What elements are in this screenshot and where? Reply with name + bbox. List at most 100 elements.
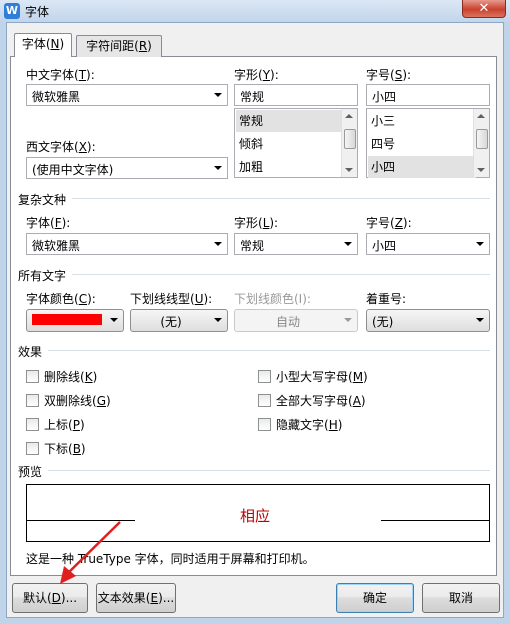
size-scrollbar[interactable] bbox=[473, 109, 489, 177]
scroll-thumb[interactable] bbox=[344, 129, 356, 149]
effect-tail: ) bbox=[79, 418, 85, 432]
complex-size-tail: ): bbox=[402, 216, 412, 230]
style-key: Y bbox=[262, 68, 271, 82]
emphasis-label: 着重号: bbox=[366, 292, 407, 306]
west-font-key: X bbox=[78, 140, 87, 154]
preview-sample-text: 相应 bbox=[240, 507, 271, 525]
complex-size-select[interactable]: 小四 bbox=[366, 233, 490, 255]
subscript-label[interactable]: 下标(B) bbox=[44, 440, 86, 457]
list-item[interactable]: 加粗 bbox=[236, 156, 344, 178]
chevron-down-icon bbox=[214, 242, 222, 246]
scroll-down-icon[interactable] bbox=[345, 168, 353, 172]
list-item[interactable]: 小四 bbox=[368, 156, 476, 178]
underline-color-select: 自动 bbox=[234, 309, 358, 332]
tab-font[interactable]: 字体(N) bbox=[14, 33, 72, 57]
cn-font-label: 中文字体(T): bbox=[26, 66, 95, 83]
emphasis-select[interactable]: (无) bbox=[366, 309, 490, 332]
divider bbox=[72, 274, 490, 275]
title-bar bbox=[0, 0, 510, 22]
style-input[interactable]: 常规 bbox=[234, 84, 358, 106]
size-label-text: 字号( bbox=[366, 68, 395, 82]
list-item[interactable]: 常规 bbox=[236, 110, 344, 132]
tab-spacing-label: 字符间距( bbox=[86, 39, 139, 53]
complex-size-label-text: 字号( bbox=[366, 216, 395, 230]
chevron-down-icon bbox=[344, 242, 352, 246]
scroll-down-icon[interactable] bbox=[477, 168, 485, 172]
complex-font-select[interactable]: 微软雅黑 bbox=[26, 233, 228, 255]
list-item[interactable]: 四号 bbox=[368, 133, 476, 155]
chevron-down-icon bbox=[214, 318, 222, 322]
west-font-value: (使用中文字体) bbox=[32, 163, 114, 177]
default-key: D bbox=[51, 591, 61, 605]
divider bbox=[48, 470, 490, 471]
effect-tail: ) bbox=[92, 370, 98, 384]
style-label-text: 字形( bbox=[234, 68, 263, 82]
west-font-label-text: 西文字体( bbox=[26, 140, 79, 154]
tab-char-spacing[interactable]: 字符间距(R) bbox=[76, 35, 162, 57]
size-listbox[interactable]: 小三 四号 小四 bbox=[366, 108, 490, 178]
hidden-text-checkbox[interactable] bbox=[258, 418, 271, 431]
hidden-text-label[interactable]: 隐藏文字(H) bbox=[276, 416, 342, 433]
complex-style-label-text: 字形( bbox=[234, 216, 263, 230]
effect-tail: ) bbox=[337, 418, 343, 432]
double-strikethrough-checkbox[interactable] bbox=[26, 394, 39, 407]
baseline-left bbox=[27, 520, 135, 521]
effect-label-text: 全部大写字母( bbox=[276, 394, 353, 408]
superscript-label[interactable]: 上标(P) bbox=[44, 416, 85, 433]
subscript-checkbox[interactable] bbox=[26, 442, 39, 455]
window-title: 字体 bbox=[25, 5, 50, 19]
strikethrough-checkbox[interactable] bbox=[26, 370, 39, 383]
chevron-down-icon bbox=[214, 166, 222, 170]
style-input-value: 常规 bbox=[240, 90, 265, 104]
list-item[interactable]: 小三 bbox=[368, 110, 476, 132]
scroll-up-icon[interactable] bbox=[477, 114, 485, 118]
style-listbox[interactable]: 常规 倾斜 加粗 bbox=[234, 108, 358, 178]
underline-type-label: 下划线线型(U): bbox=[130, 290, 212, 307]
preview-group-title: 预览 bbox=[18, 465, 43, 479]
style-scrollbar[interactable] bbox=[341, 109, 357, 177]
scroll-thumb[interactable] bbox=[476, 129, 488, 149]
west-font-label: 西文字体(X): bbox=[26, 138, 96, 155]
underline-type-value: (无) bbox=[160, 315, 182, 329]
all-caps-checkbox[interactable] bbox=[258, 394, 271, 407]
small-caps-checkbox[interactable] bbox=[258, 370, 271, 383]
ok-button[interactable]: 确定 bbox=[336, 583, 414, 613]
emphasis-value: (无) bbox=[372, 315, 394, 329]
complex-font-label: 字体(F): bbox=[26, 214, 70, 231]
effect-key: A bbox=[352, 394, 361, 408]
complex-style-select[interactable]: 常规 bbox=[234, 233, 358, 255]
tab-spacing-key: R bbox=[138, 39, 148, 53]
color-swatch bbox=[32, 314, 102, 325]
complex-size-value: 小四 bbox=[372, 239, 397, 253]
underline-color-label: 下划线颜色(I): bbox=[234, 292, 311, 306]
effect-label-text: 小型大写字母( bbox=[276, 370, 353, 384]
text-effect-label: 文本效果( bbox=[97, 591, 151, 605]
underline-type-select[interactable]: (无) bbox=[130, 309, 228, 332]
text-effect-button[interactable]: 文本效果(E)... bbox=[96, 583, 176, 613]
strikethrough-label[interactable]: 删除线(K) bbox=[44, 368, 97, 385]
complex-font-key: F bbox=[54, 216, 62, 230]
text-effect-key: E bbox=[150, 591, 159, 605]
list-item[interactable]: 倾斜 bbox=[236, 133, 344, 155]
all-caps-label[interactable]: 全部大写字母(A) bbox=[276, 392, 366, 409]
cn-font-select[interactable]: 微软雅黑 bbox=[26, 84, 228, 106]
close-button[interactable]: ✕ bbox=[462, 0, 506, 18]
small-caps-label[interactable]: 小型大写字母(M) bbox=[276, 368, 368, 385]
tab-font-tail: ) bbox=[59, 37, 65, 51]
scroll-up-icon[interactable] bbox=[345, 114, 353, 118]
close-icon: ✕ bbox=[478, 1, 490, 16]
default-button[interactable]: 默认(D)... bbox=[12, 583, 88, 613]
effect-key: H bbox=[328, 418, 338, 432]
complex-size-key: Z bbox=[394, 216, 403, 230]
effect-label-text: 上标( bbox=[44, 418, 73, 432]
west-font-select[interactable]: (使用中文字体) bbox=[26, 157, 228, 179]
complex-font-tail: ): bbox=[61, 216, 71, 230]
complex-style-label: 字形(L): bbox=[234, 214, 278, 231]
double-strikethrough-label[interactable]: 双删除线(G) bbox=[44, 392, 111, 409]
size-input[interactable]: 小四 bbox=[366, 84, 490, 106]
west-font-tail: ): bbox=[86, 140, 96, 154]
effect-tail: ) bbox=[363, 370, 368, 384]
superscript-checkbox[interactable] bbox=[26, 418, 39, 431]
all-text-group-title: 所有文字 bbox=[18, 269, 67, 283]
cancel-button[interactable]: 取消 bbox=[422, 583, 500, 613]
